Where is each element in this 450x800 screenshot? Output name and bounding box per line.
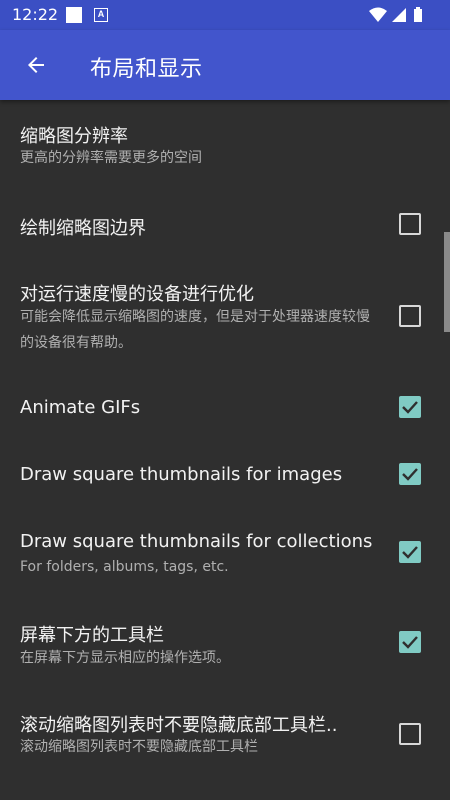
checkbox[interactable] bbox=[399, 396, 421, 418]
square-icon bbox=[66, 7, 82, 23]
battery-icon bbox=[414, 7, 422, 22]
checkbox[interactable] bbox=[399, 631, 421, 653]
checkbox[interactable] bbox=[399, 305, 421, 327]
setting-optimize-slow-devices[interactable]: 对运行速度慢的设备进行优化 可能会降低显示缩略图的速度，但是对于处理器速度较慢的… bbox=[0, 257, 450, 357]
setting-summary: For folders, albums, tags, etc. bbox=[20, 559, 229, 575]
setting-summary: 在屏幕下方显示相应的操作选项。 bbox=[20, 650, 230, 666]
arrow-back-icon bbox=[28, 57, 44, 73]
setting-title: 对运行速度慢的设备进行优化 bbox=[20, 284, 254, 305]
setting-title: Draw square thumbnails for images bbox=[20, 464, 343, 485]
setting-title: 绘制缩略图边界 bbox=[20, 218, 146, 239]
setting-summary: 更高的分辨率需要更多的空间 bbox=[20, 150, 202, 166]
checkbox[interactable] bbox=[399, 541, 421, 563]
status-bar: 12:22 A bbox=[0, 0, 450, 30]
setting-bottom-toolbar[interactable]: 屏幕下方的工具栏 在屏幕下方显示相应的操作选项。 bbox=[0, 586, 450, 681]
checkbox[interactable] bbox=[399, 463, 421, 485]
check-icon bbox=[402, 468, 418, 481]
back-button[interactable] bbox=[14, 43, 58, 87]
check-icon bbox=[402, 546, 418, 559]
page-title: 布局和显示 bbox=[90, 57, 203, 82]
checkbox[interactable] bbox=[399, 213, 421, 235]
setting-summary: 可能会降低显示缩略图的速度，但是对于处理器速度较慢的设备很有帮助。 bbox=[20, 309, 370, 351]
wifi-icon bbox=[369, 7, 387, 22]
app-bar: 布局和显示 bbox=[0, 30, 450, 100]
setting-keep-bottom-toolbar[interactable]: 滚动缩略图列表时不要隐藏底部工具栏.. 滚动缩略图列表时不要隐藏底部工具栏 bbox=[0, 681, 450, 781]
status-time: 12:22 bbox=[12, 5, 59, 24]
setting-summary: 滚动缩略图列表时不要隐藏底部工具栏 bbox=[20, 739, 258, 755]
signal-icon bbox=[392, 8, 406, 22]
font-app-icon: A bbox=[94, 8, 108, 22]
system-icons bbox=[369, 7, 422, 22]
scrollbar[interactable] bbox=[444, 232, 450, 332]
setting-thumbnail-resolution[interactable]: 缩略图分辨率 更高的分辨率需要更多的空间 bbox=[0, 100, 450, 195]
check-icon bbox=[402, 636, 418, 649]
check-icon bbox=[402, 401, 418, 414]
setting-title: Draw square thumbnails for collections bbox=[20, 531, 373, 552]
setting-square-thumbnails-images[interactable]: Draw square thumbnails for images bbox=[0, 424, 450, 491]
setting-title: 屏幕下方的工具栏 bbox=[20, 625, 164, 646]
checkbox[interactable] bbox=[399, 723, 421, 745]
setting-square-thumbnails-collections[interactable]: Draw square thumbnails for collections F… bbox=[0, 491, 450, 586]
setting-draw-thumbnail-borders[interactable]: 绘制缩略图边界 bbox=[0, 195, 450, 257]
setting-animate-gifs[interactable]: Animate GIFs bbox=[0, 357, 450, 424]
setting-title: Animate GIFs bbox=[20, 397, 141, 418]
